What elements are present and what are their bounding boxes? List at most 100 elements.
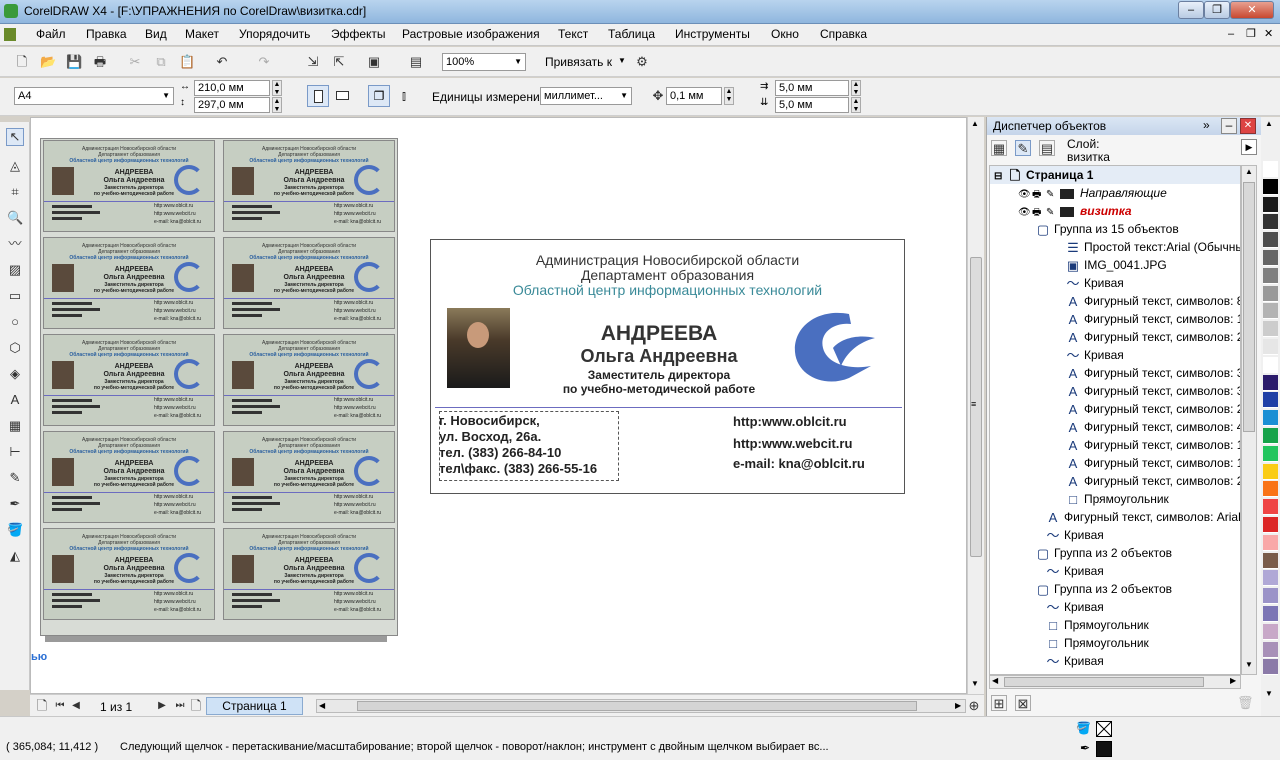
redo-icon[interactable]: ↷ [256, 54, 272, 70]
current-page-icon[interactable]: ⫾ [396, 88, 412, 104]
page-height-field[interactable]: 297,0 мм [194, 97, 270, 113]
add-page-before-icon[interactable]: 🗋 [34, 698, 50, 714]
menu-effects[interactable]: Эффекты [331, 27, 386, 41]
tree-hscroll-thumb[interactable] [1004, 677, 1204, 687]
snap-to-button[interactable]: Привязать к [545, 55, 612, 69]
color-swatch[interactable] [1263, 303, 1278, 320]
tree-row[interactable]: 〜 Кривая [1066, 346, 1123, 364]
options-icon[interactable]: ⚙ [634, 54, 650, 70]
minimize-button[interactable]: – [1178, 1, 1204, 19]
thumbnail-card[interactable]: Администрация Новосибирской области Депар… [43, 334, 215, 426]
color-swatch[interactable] [1263, 517, 1278, 533]
tree-row[interactable]: 👁🖶 ✎ Направляющие [1018, 184, 1167, 202]
color-swatch[interactable] [1263, 552, 1278, 569]
tree-row[interactable]: ☰ Простой текст:Arial (Обычный) [1066, 238, 1240, 256]
tree-row[interactable]: A Фигурный текст, символов: 18 [1066, 436, 1240, 454]
color-swatch[interactable] [1263, 570, 1278, 587]
menu-layout[interactable]: Макет [185, 27, 219, 41]
tree-row[interactable]: A Фигурный текст, символов: 41 [1066, 418, 1240, 436]
rectangle-tool-icon[interactable]: ▭ [7, 288, 23, 304]
tree-row[interactable]: A Фигурный текст, символов: 21 [1066, 328, 1240, 346]
tree-scrollbar[interactable]: ▲ ▼ [1241, 165, 1257, 675]
tree-row[interactable]: A Фигурный текст, символов: 23 [1066, 400, 1240, 418]
color-swatch[interactable] [1263, 445, 1278, 462]
tree-row[interactable]: 〜 Кривая [1046, 652, 1103, 670]
ellipse-tool-icon[interactable]: ○ [7, 314, 23, 330]
color-swatch[interactable] [1263, 267, 1278, 284]
paste-icon[interactable]: 📋 [179, 54, 195, 70]
maximize-button[interactable]: ❐ [1204, 1, 1230, 19]
thumbnail-card[interactable]: Администрация Новосибирской области Депар… [223, 528, 395, 620]
snap-dropdown-icon[interactable]: ▼ [618, 56, 626, 65]
navigator-icon[interactable]: ⊕ [966, 698, 982, 714]
color-swatch[interactable] [1263, 481, 1278, 498]
outline-swatch[interactable] [1096, 741, 1112, 757]
tree-scroll-right-icon[interactable]: ▶ [1230, 676, 1236, 685]
tree-page-row[interactable]: ⊟ 🗋 Страница 1 [990, 166, 1240, 184]
tree-row[interactable]: A Фигурный текст, символов: 21 [1066, 472, 1240, 490]
tree-hscrollbar[interactable]: ◀ ▶ [989, 675, 1241, 689]
polygon-tool-icon[interactable]: ⬡ [7, 340, 23, 356]
business-card[interactable]: Администрация Новосибирской области Депа… [430, 239, 905, 494]
close-button[interactable]: ✕ [1230, 1, 1274, 19]
new-layer-icon[interactable]: ⊞ [991, 695, 1007, 711]
width-spinner[interactable]: ▲ ▼ [272, 80, 282, 96]
color-swatch[interactable] [1263, 392, 1278, 409]
color-swatch[interactable] [1263, 285, 1278, 302]
color-swatch[interactable] [1263, 463, 1278, 480]
tree-row[interactable]: A Фигурный текст, символов: 8 [1066, 292, 1240, 310]
scroll-up-icon[interactable]: ▲ [971, 119, 979, 128]
print-icon[interactable]: 🖶 [92, 54, 108, 70]
tree-row[interactable]: A Фигурный текст, символов: 35 [1066, 382, 1240, 400]
scroll-left-icon[interactable]: ◀ [319, 701, 325, 710]
page-tab[interactable]: Страница 1 [206, 697, 303, 715]
color-swatch[interactable] [1263, 659, 1278, 676]
scroll-down-icon[interactable]: ▼ [971, 679, 979, 688]
last-page-icon[interactable]: ⏭ [172, 698, 188, 714]
tree-row[interactable]: □ Прямоугольник [1046, 634, 1149, 652]
color-swatch[interactable] [1263, 178, 1278, 195]
nudge-spinner[interactable]: ▲ ▼ [724, 87, 734, 105]
tree-row[interactable]: ▢ Группа из 2 объектов [1036, 544, 1172, 562]
color-swatch[interactable] [1263, 641, 1278, 658]
docker-close-button[interactable]: ✕ [1240, 118, 1256, 134]
interactive-fill-tool-icon[interactable]: ◭ [7, 548, 23, 564]
vertical-scrollbar[interactable]: ▲ ≡ ▼ [967, 117, 984, 694]
tree-row[interactable]: A Фигурный текст, символов: Arial [1046, 508, 1240, 526]
outline-tool-icon[interactable]: ✒ [7, 496, 23, 512]
doc-minimize-button[interactable]: – [1228, 28, 1234, 40]
tree-row[interactable]: A Фигурный текст, символов: 30 [1066, 364, 1240, 382]
edit-across-layers-icon[interactable]: ✎ [1015, 140, 1031, 156]
menu-window[interactable]: Окно [771, 27, 799, 41]
smart-fill-tool-icon[interactable]: ▨ [7, 262, 23, 278]
first-page-icon[interactable]: ⏮ [52, 698, 68, 714]
eye-icon[interactable]: 👁 [1018, 204, 1032, 222]
welcome-screen-icon[interactable]: ▤ [408, 54, 424, 70]
horizontal-scroll-thumb[interactable] [357, 701, 917, 711]
color-swatch[interactable] [1263, 161, 1278, 177]
layer-manager-view-icon[interactable]: ▤ [1039, 140, 1055, 156]
thumbnail-card[interactable]: Администрация Новосибирской области Депар… [223, 431, 395, 523]
thumbnail-card[interactable]: Администрация Новосибирской области Депар… [43, 431, 215, 523]
color-swatch[interactable] [1263, 232, 1278, 249]
export-icon[interactable]: ⇱ [331, 54, 347, 70]
duplicate-x-spinner[interactable]: ▲ ▼ [851, 80, 861, 96]
menu-tools[interactable]: Инструменты [675, 27, 750, 41]
add-page-after-icon[interactable]: 🗋 [188, 698, 204, 714]
height-spinner[interactable]: ▲ ▼ [272, 97, 282, 113]
color-swatch[interactable] [1263, 250, 1278, 266]
scroll-right-icon[interactable]: ▶ [955, 701, 961, 710]
tree-scroll-down-icon[interactable]: ▼ [1245, 660, 1253, 669]
zoom-select[interactable]: 100% ▼ [442, 53, 526, 71]
units-select[interactable]: миллимет... ▼ [540, 87, 632, 105]
shape-tool-icon[interactable]: ◬ [7, 158, 23, 174]
fill-swatch[interactable] [1096, 721, 1112, 737]
crop-tool-icon[interactable]: ⌗ [7, 184, 23, 200]
menu-view[interactable]: Вид [145, 27, 167, 41]
tree-scroll-up-icon[interactable]: ▲ [1245, 167, 1253, 176]
menu-arrange[interactable]: Упорядочить [239, 27, 310, 41]
color-swatch[interactable] [1263, 499, 1278, 516]
thumbnail-card[interactable]: Администрация Новосибирской области Депар… [223, 334, 395, 426]
thumbnail-card[interactable]: Администрация Новосибирской области Депар… [223, 140, 395, 232]
eyedropper-tool-icon[interactable]: ✎ [7, 470, 23, 486]
